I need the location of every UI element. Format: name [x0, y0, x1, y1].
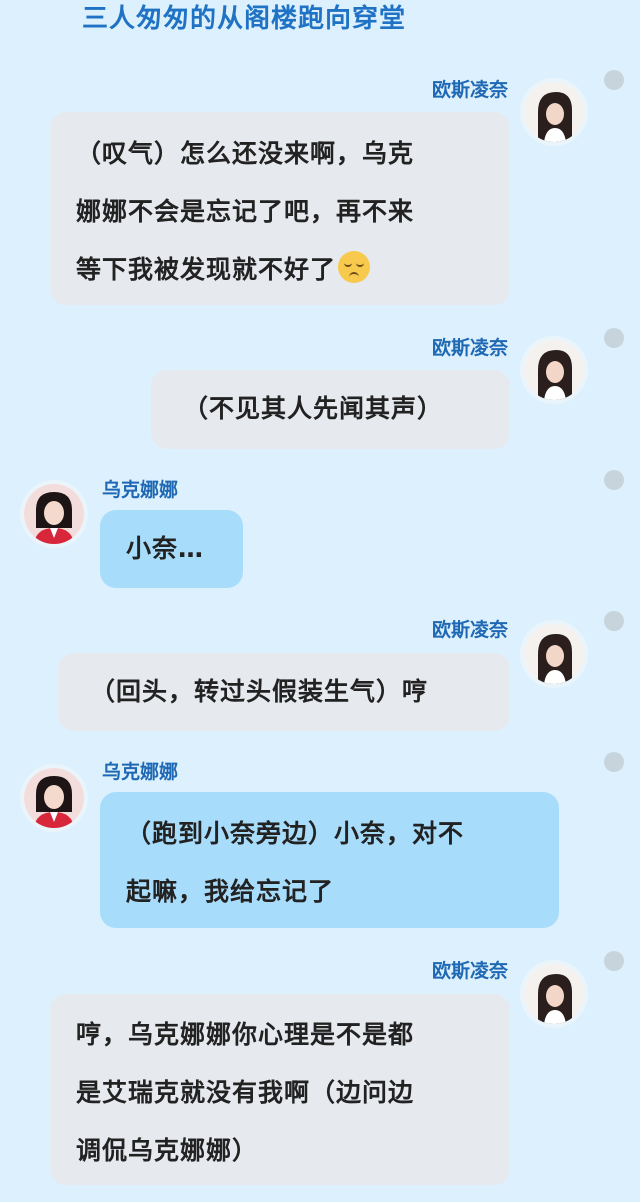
- message-bubble: （不见其人先闻其声）: [151, 370, 510, 449]
- girl-portrait-icon: [524, 964, 584, 1024]
- message-line: 起嘛，我给忘记了: [126, 877, 335, 906]
- status-dot: [604, 951, 624, 971]
- message-bubble: （回头，转过头假装生气）哼: [58, 653, 510, 731]
- sender-name: 欧斯凌奈: [431, 619, 508, 641]
- status-dot: [604, 70, 624, 90]
- disappointed-face-emoji-icon: [338, 251, 371, 283]
- avatar[interactable]: [524, 82, 584, 142]
- message-line: （回头，转过头假装生气）哼: [90, 677, 429, 706]
- sender-name: 乌克娜娜: [102, 761, 179, 783]
- status-dot: [604, 470, 624, 490]
- avatar[interactable]: [524, 624, 584, 684]
- message-line: （跑到小奈旁边）小奈，对不: [126, 819, 465, 848]
- avatar[interactable]: [524, 964, 584, 1024]
- girl-portrait-icon: [524, 82, 584, 142]
- sender-name: 欧斯凌奈: [431, 79, 508, 101]
- message-line: 小奈…: [126, 534, 205, 563]
- message-bubble: （叹气）怎么还没来啊，乌克 娜娜不会是忘记了吧，再不来 等下我被发现就不好了: [50, 112, 510, 305]
- page-title: 三人匆匆的从阁楼跑向穿堂: [82, 4, 407, 34]
- message-line: 哼，乌克娜娜你心理是不是都: [76, 1020, 415, 1049]
- girl-portrait-icon: [24, 768, 84, 828]
- message-line: 等下我被发现就不好了: [76, 255, 337, 284]
- status-dot: [604, 752, 624, 772]
- status-dot: [604, 328, 624, 348]
- message-line: （不见其人先闻其声）: [183, 394, 444, 423]
- message-line: （叹气）怎么还没来啊，乌克: [76, 139, 415, 168]
- girl-portrait-icon: [524, 340, 584, 400]
- message-bubble: （跑到小奈旁边）小奈，对不 起嘛，我给忘记了: [100, 792, 559, 928]
- avatar[interactable]: [24, 484, 84, 544]
- girl-portrait-icon: [24, 484, 84, 544]
- message-line: 是艾瑞克就没有我啊（边问边: [76, 1078, 415, 1107]
- avatar[interactable]: [24, 768, 84, 828]
- girl-portrait-icon: [524, 624, 584, 684]
- message-line: 娜娜不会是忘记了吧，再不来: [76, 197, 415, 226]
- message-line: 调侃乌克娜娜）: [76, 1136, 259, 1165]
- message-bubble: 小奈…: [100, 510, 243, 588]
- status-dot: [604, 611, 624, 631]
- sender-name: 欧斯凌奈: [431, 337, 508, 359]
- message-bubble: 哼，乌克娜娜你心理是不是都 是艾瑞克就没有我啊（边问边 调侃乌克娜娜）: [50, 994, 510, 1185]
- sender-name: 欧斯凌奈: [431, 960, 508, 982]
- sender-name: 乌克娜娜: [102, 479, 179, 501]
- avatar[interactable]: [524, 340, 584, 400]
